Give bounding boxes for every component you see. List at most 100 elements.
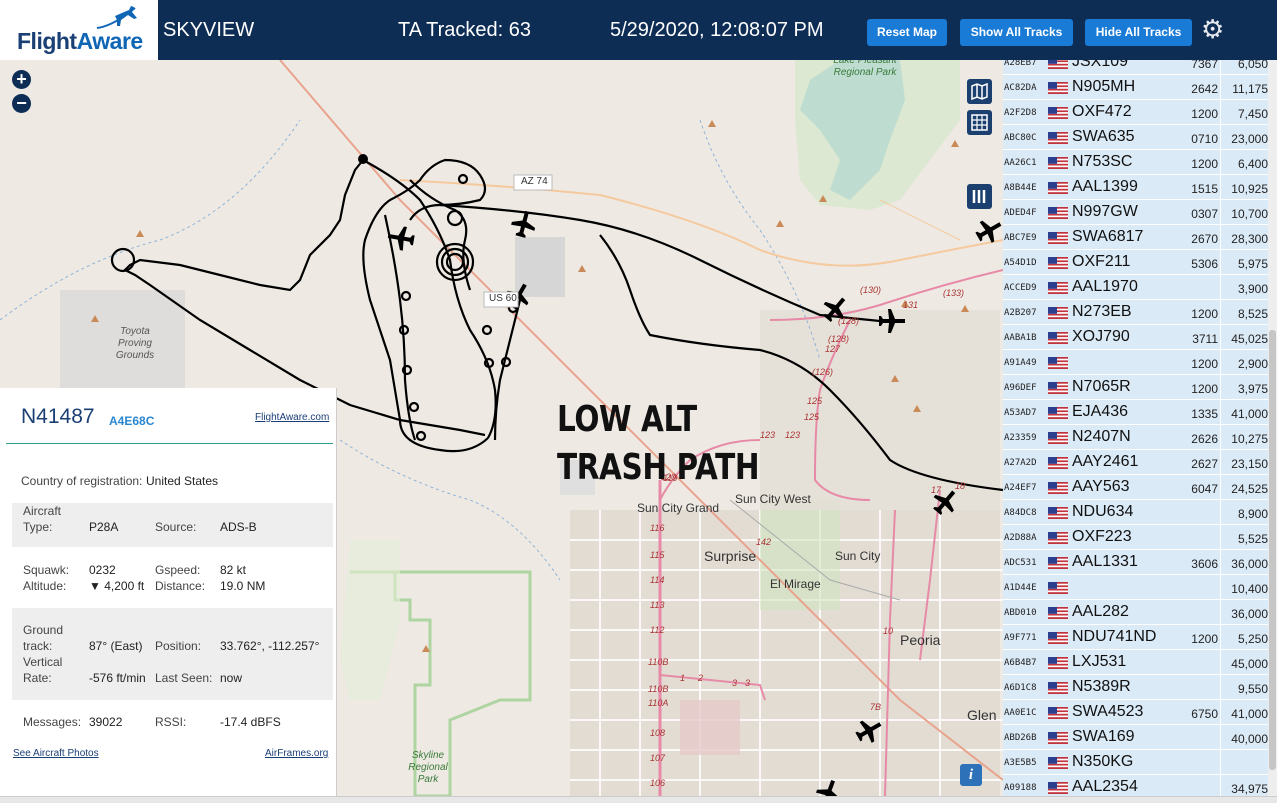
map-layer-icon[interactable] bbox=[967, 79, 992, 104]
table-row[interactable]: A9F771 NDU741ND 1200 5,250 bbox=[1003, 625, 1277, 650]
table-row[interactable]: A28EB7 JSX109 7367 6,050 bbox=[1003, 60, 1277, 75]
list-scrollbar[interactable] bbox=[1268, 60, 1277, 796]
place-label-skyline: Skyline Regional Park bbox=[408, 750, 448, 785]
row-hex: A6D1C8 bbox=[1004, 683, 1037, 693]
row-hex: A27A2D bbox=[1004, 458, 1037, 468]
us-flag-icon bbox=[1048, 781, 1068, 794]
aircraft-table[interactable]: A28EB7 JSX109 7367 6,050 AC82DA N905MH 2642 11,… bbox=[1003, 60, 1277, 796]
zoom-out-button[interactable]: − bbox=[12, 94, 31, 113]
table-row[interactable]: ABC80C SWA635 0710 23,000 bbox=[1003, 125, 1277, 150]
row-callsign: OXF472 bbox=[1072, 103, 1132, 120]
ground-track-value: 87° (East) bbox=[89, 639, 143, 653]
table-row[interactable]: ADED4F N997GW 0307 10,700 bbox=[1003, 200, 1277, 225]
table-row[interactable]: AABA1B XOJ790 3711 45,025 bbox=[1003, 325, 1277, 350]
row-hex: A2F2D8 bbox=[1004, 108, 1037, 118]
table-row[interactable]: A23359 N2407N 2626 10,275 bbox=[1003, 425, 1277, 450]
table-row[interactable]: ABC7E9 SWA6817 2670 28,300 bbox=[1003, 225, 1277, 250]
table-row[interactable]: A6B4B7 LXJ531 45,000 bbox=[1003, 650, 1277, 675]
flightaware-link[interactable]: FlightAware.com bbox=[255, 412, 329, 423]
row-squawk: 3711 bbox=[1192, 332, 1218, 346]
row-hex: AABA1B bbox=[1004, 333, 1037, 343]
horizontal-scrollbar[interactable] bbox=[0, 796, 1277, 803]
row-altitude: 10,275 bbox=[1231, 432, 1268, 446]
row-hex: A53AD7 bbox=[1004, 408, 1037, 418]
row-squawk: 1200 bbox=[1191, 307, 1218, 321]
row-hex: ABC80C bbox=[1004, 133, 1037, 143]
table-row[interactable]: A09188 AAL2354 34,975 bbox=[1003, 775, 1277, 796]
row-callsign: AAY563 bbox=[1072, 478, 1130, 495]
us-flag-icon bbox=[1048, 456, 1068, 469]
table-row[interactable]: AC82DA N905MH 2642 11,175 bbox=[1003, 75, 1277, 100]
row-callsign: AAY2461 bbox=[1072, 453, 1139, 470]
scrollbar-thumb[interactable] bbox=[1269, 330, 1276, 770]
table-row[interactable]: AA0E1C SWA4523 6750 41,000 bbox=[1003, 700, 1277, 725]
us-flag-icon bbox=[1048, 81, 1068, 94]
table-row[interactable]: ABD010 AAL282 36,000 bbox=[1003, 600, 1277, 625]
row-hex: A3E5B5 bbox=[1004, 758, 1037, 768]
row-hex: A6B4B7 bbox=[1004, 658, 1037, 668]
aircraft-registration: N41487 bbox=[21, 405, 95, 428]
row-squawk: 1515 bbox=[1191, 182, 1218, 196]
us-flag-icon bbox=[1048, 331, 1068, 344]
row-hex: AA0E1C bbox=[1004, 708, 1037, 718]
table-row[interactable]: A27A2D AAY2461 2627 23,150 bbox=[1003, 450, 1277, 475]
us-flag-icon bbox=[1048, 481, 1068, 494]
columns-icon[interactable] bbox=[967, 184, 992, 209]
flightaware-logo[interactable]: FlightAware bbox=[0, 0, 158, 60]
table-row[interactable]: A1D44E 10,400 bbox=[1003, 575, 1277, 600]
row-squawk: 1335 bbox=[1191, 407, 1218, 421]
row-squawk: 1200 bbox=[1191, 357, 1218, 371]
row-hex: AC82DA bbox=[1004, 83, 1037, 93]
table-row[interactable]: A84DC8 NDU634 8,900 bbox=[1003, 500, 1277, 525]
table-row[interactable]: A54D1D OXF211 5306 5,975 bbox=[1003, 250, 1277, 275]
table-row[interactable]: A24EF7 AAY563 6047 24,525 bbox=[1003, 475, 1277, 500]
row-callsign: OXF223 bbox=[1072, 528, 1132, 545]
table-row[interactable]: A53AD7 EJA436 1335 41,000 bbox=[1003, 400, 1277, 425]
row-callsign: N2407N bbox=[1072, 428, 1131, 445]
place-label-toyota: Toyota Proving Grounds bbox=[115, 326, 155, 361]
place-label-peoria: Peoria bbox=[900, 632, 941, 648]
hide-all-tracks-button[interactable]: Hide All Tracks bbox=[1085, 19, 1192, 46]
rssi-value: -17.4 dBFS bbox=[220, 715, 281, 729]
table-row[interactable]: ADC531 AAL1331 3606 36,000 bbox=[1003, 550, 1277, 575]
distance-label: Distance: bbox=[155, 579, 206, 593]
zoom-in-button[interactable]: + bbox=[12, 70, 31, 89]
table-row[interactable]: A6D1C8 N5389R 9,550 bbox=[1003, 675, 1277, 700]
table-row[interactable]: A91A49 1200 2,900 bbox=[1003, 350, 1277, 375]
table-row[interactable]: A2F2D8 OXF472 1200 7,450 bbox=[1003, 100, 1277, 125]
row-squawk: 1200 bbox=[1191, 157, 1218, 171]
table-row[interactable]: ABD26B SWA169 40,000 bbox=[1003, 725, 1277, 750]
grid-icon[interactable] bbox=[967, 110, 992, 135]
show-all-tracks-button[interactable]: Show All Tracks bbox=[960, 19, 1073, 46]
table-row[interactable]: AA26C1 N753SC 1200 6,400 bbox=[1003, 150, 1277, 175]
row-squawk: 6750 bbox=[1191, 707, 1218, 721]
altitude-label: Altitude: bbox=[23, 579, 67, 593]
row-altitude: 23,000 bbox=[1231, 132, 1268, 146]
table-row[interactable]: A96DEF N7065R 1200 3,975 bbox=[1003, 375, 1277, 400]
aircraft-photos-link[interactable]: See Aircraft Photos bbox=[13, 748, 99, 759]
row-hex: A96DEF bbox=[1004, 383, 1037, 393]
row-squawk: 1200 bbox=[1191, 632, 1218, 646]
row-callsign: EJA436 bbox=[1072, 403, 1129, 420]
gear-icon[interactable]: ⚙ bbox=[1201, 16, 1224, 42]
row-squawk: 1200 bbox=[1191, 107, 1218, 121]
country-label: Country of registration: bbox=[21, 474, 143, 488]
row-squawk: 0307 bbox=[1191, 207, 1218, 221]
us-flag-icon bbox=[1048, 431, 1068, 444]
table-row[interactable]: A2D88A OXF223 5,525 bbox=[1003, 525, 1277, 550]
row-altitude: 6,400 bbox=[1237, 157, 1268, 171]
table-row[interactable]: A8B44E AAL1399 1515 10,925 bbox=[1003, 175, 1277, 200]
reset-map-button[interactable]: Reset Map bbox=[867, 19, 947, 46]
row-altitude: 23,150 bbox=[1231, 457, 1268, 471]
us-flag-icon bbox=[1048, 556, 1068, 569]
row-callsign: JSX109 bbox=[1072, 60, 1129, 70]
table-row[interactable]: ACCED9 AAL1970 3,900 bbox=[1003, 275, 1277, 300]
table-row[interactable]: A2B207 N273EB 1200 8,525 bbox=[1003, 300, 1277, 325]
row-altitude: 2,900 bbox=[1237, 357, 1268, 371]
us-flag-icon bbox=[1048, 731, 1068, 744]
row-hex: A2B207 bbox=[1004, 308, 1037, 318]
info-icon[interactable]: i bbox=[960, 764, 982, 786]
table-row[interactable]: A3E5B5 N350KG bbox=[1003, 750, 1277, 775]
row-altitude: 45,000 bbox=[1231, 657, 1268, 671]
airframes-link[interactable]: AirFrames.org bbox=[265, 748, 328, 759]
